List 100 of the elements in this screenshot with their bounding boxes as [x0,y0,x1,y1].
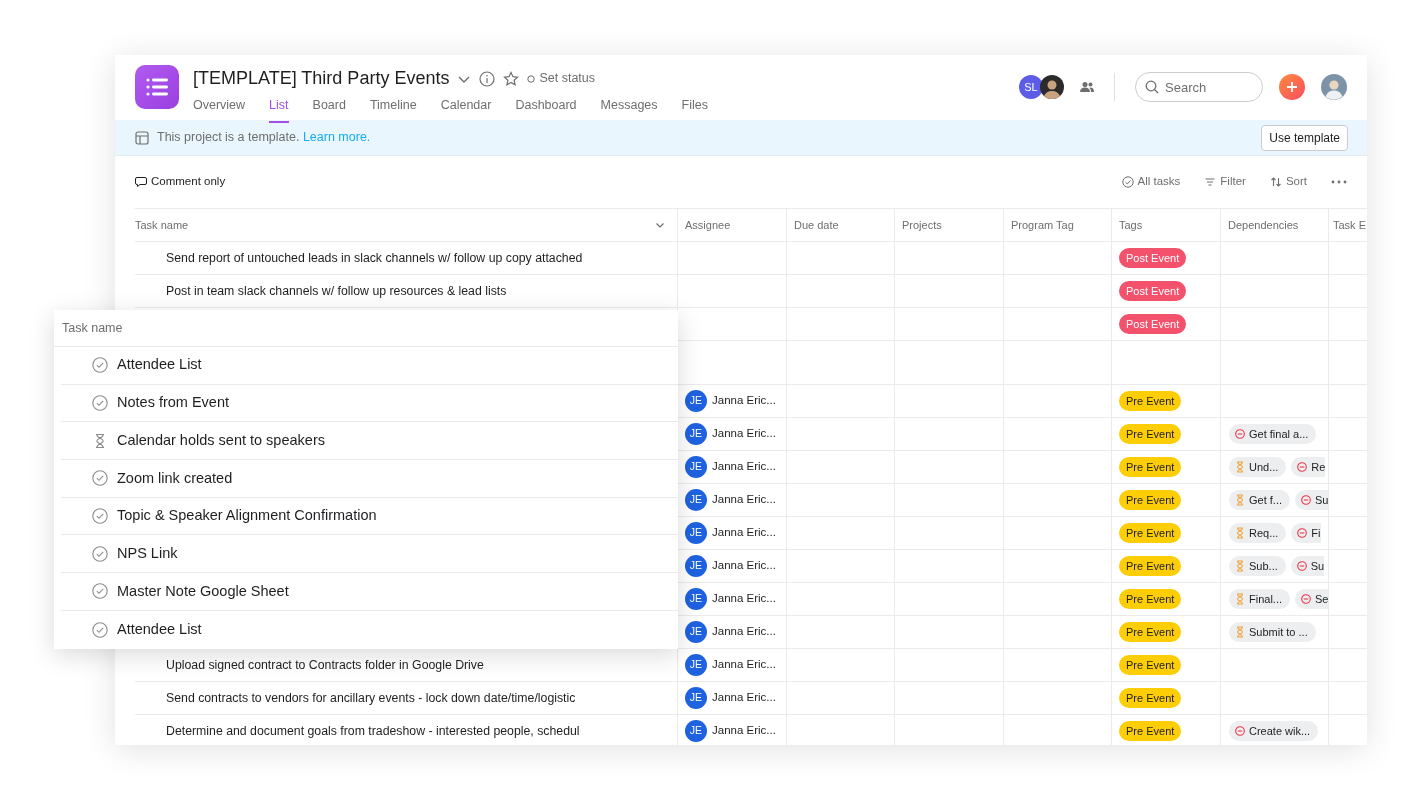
star-icon[interactable] [503,70,520,87]
check-circle-icon [1121,176,1134,188]
tag-pill: Pre Event [1119,522,1182,544]
search-field[interactable]: Search [1135,72,1263,102]
blocked-icon [1235,428,1245,440]
task-name[interactable]: Attendee List [117,354,202,377]
assignee-avatar: JE [685,687,707,709]
template-icon [135,130,149,145]
tag-pill: Pre Event [1119,456,1182,478]
dependency-chip[interactable]: Su [1290,555,1325,577]
project-tab[interactable]: Messages [600,96,658,123]
task-name[interactable]: Topic & Speaker Alignment Confirmation [117,505,377,527]
info-icon[interactable] [479,70,496,87]
tag-pill: Post Event [1119,313,1187,335]
task-name[interactable]: Master Note Google Sheet [117,580,289,603]
task-name[interactable]: Determine and document goals from tradeshow - interested people, schedul [135,721,580,741]
blocked-icon [1296,560,1307,572]
check-circle-icon[interactable] [92,583,108,600]
filter-icon [1204,176,1217,188]
project-tab[interactable]: Dashboard [515,96,577,123]
task-name[interactable]: Notes from Event [117,392,229,414]
member-avatar[interactable]: SL [1019,75,1043,99]
hourglass-icon [1235,626,1245,638]
project-tab[interactable]: Calendar [440,96,492,123]
assignee-avatar: JE [685,390,707,412]
template-notice: This project is a template. Learn more. [157,129,372,147]
task-name[interactable]: NPS Link [117,542,178,565]
project-logo-icon [135,65,179,109]
plus-icon [1286,81,1298,93]
dependency-chip[interactable]: Get f... [1229,489,1290,511]
assignee-avatar: JE [685,456,707,478]
dependency-chip[interactable]: Fi [1291,522,1321,544]
use-template-button[interactable]: Use template [1261,124,1348,151]
check-circle-icon[interactable] [92,545,108,562]
tag-pill: Pre Event [1119,687,1182,709]
column-header[interactable]: Assignee [685,216,731,234]
column-header: Task name [62,319,123,337]
column-header[interactable]: Dependencies [1228,216,1299,234]
dependency-chip[interactable]: Su [1295,489,1328,511]
assignee-avatar: JE [685,423,707,445]
set-status-button[interactable]: Set status [527,69,595,88]
hourglass-icon [1235,560,1245,572]
task-name[interactable]: Send report of untouched leads in slack channels w/ follow up copy attached [135,248,583,268]
dependency-chip[interactable]: Get final a... [1229,423,1317,445]
assignee-avatar: JE [685,522,707,544]
task-name[interactable]: Post in team slack channels w/ follow up resources & lead lists [135,281,507,301]
tag-pill: Pre Event [1119,654,1182,676]
check-circle-icon[interactable] [92,357,108,374]
hourglass-icon [1235,593,1245,605]
more-icon[interactable] [1331,180,1347,184]
assignee-name: Janna Eric... [712,426,776,442]
project-tab[interactable]: Overview [193,96,246,123]
dependency-chip[interactable]: Sub... [1229,555,1286,577]
task-name[interactable]: Attendee List [117,618,202,641]
toolbar-button[interactable]: Filter [1204,173,1246,191]
tag-pill: Pre Event [1119,390,1182,412]
assignee-name: Janna Eric... [712,525,776,541]
column-header[interactable]: Tags [1119,216,1143,234]
check-circle-icon[interactable] [92,395,108,412]
task-name[interactable]: Send contracts to vendors for ancillary events - lock down date/time/logistic [135,688,576,708]
project-tab[interactable]: Timeline [369,96,417,123]
tag-pill: Pre Event [1119,423,1182,445]
project-tab[interactable]: Board [312,96,346,123]
search-icon [1145,80,1159,94]
dependency-chip[interactable]: Submit to ... [1229,621,1316,643]
column-header[interactable]: Projects [902,216,942,234]
toolbar-button[interactable]: All tasks [1121,173,1181,191]
assignee-name: Janna Eric... [712,591,776,607]
dependency-chip[interactable]: Req... [1229,522,1287,544]
task-name[interactable]: Calendar holds sent to speakers [117,429,325,452]
dependency-chip[interactable]: Create wik... [1229,720,1319,742]
dependency-chip[interactable]: Und... [1229,456,1287,478]
column-header[interactable]: Task name [135,216,189,234]
dependency-chip[interactable]: Final... [1229,588,1290,610]
assignee-avatar: JE [685,621,707,643]
chevron-down-icon[interactable] [655,220,665,230]
status-circle-icon [527,74,536,83]
column-header[interactable]: Program Tag [1011,216,1074,234]
member-avatar[interactable] [1040,75,1064,99]
dependency-chip[interactable]: Se [1295,588,1328,610]
blocked-icon [1235,725,1245,737]
check-circle-icon[interactable] [92,508,108,525]
user-avatar[interactable] [1321,74,1347,100]
check-circle-icon[interactable] [92,621,108,638]
check-circle-icon[interactable] [92,470,108,487]
project-tab[interactable]: Files [681,96,708,123]
comment-only-button[interactable]: Comment only [135,173,1098,191]
column-header[interactable]: Due date [794,216,839,234]
task-name[interactable]: Zoom link created [117,467,233,490]
add-button[interactable] [1279,74,1305,100]
dependency-chip[interactable]: Re [1291,456,1326,478]
hourglass-icon [1235,494,1245,506]
tag-pill: Pre Event [1119,621,1182,643]
blocked-icon [1301,593,1311,605]
task-name[interactable]: Upload signed contract to Contracts folder in Google Drive [135,655,484,675]
people-icon[interactable] [1080,81,1094,93]
toolbar-button[interactable]: Sort [1269,173,1307,191]
column-header[interactable]: Task E [1333,216,1366,234]
blocked-icon [1297,527,1308,539]
assignee-name: Janna Eric... [712,690,776,706]
